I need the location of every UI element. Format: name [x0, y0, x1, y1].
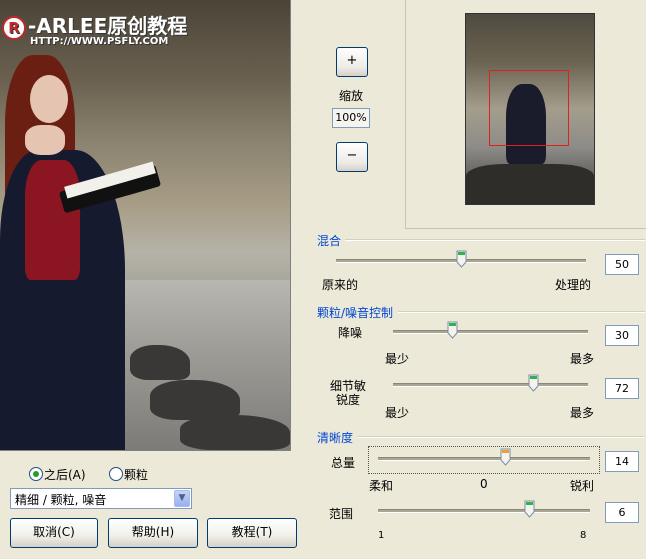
- help-button[interactable]: 帮助(H): [108, 518, 198, 548]
- navigator-view-rect[interactable]: [489, 70, 569, 146]
- blend-group-line: [345, 239, 645, 241]
- noise-reduce-min-label: 最少: [385, 352, 410, 366]
- cancel-button[interactable]: 取消(C): [10, 518, 98, 548]
- noise-reduce-slider-thumb[interactable]: [447, 321, 458, 339]
- zoom-out-button[interactable]: −: [336, 142, 368, 172]
- sharpness-group-line: [358, 436, 645, 438]
- grain-group-line: [398, 311, 645, 313]
- noise-reduce-label: 降噪: [338, 326, 363, 340]
- after-radio-label[interactable]: 之后(A): [44, 466, 86, 483]
- figure-neck: [25, 125, 65, 155]
- zoom-label: 缩放: [338, 89, 363, 103]
- grain-group-title: 颗粒/噪音控制: [317, 306, 394, 320]
- sharpness-group-title: 清晰度: [317, 431, 354, 445]
- detail-label-line2: 锐度: [336, 393, 361, 407]
- amount-left-label: 柔和: [369, 479, 394, 493]
- range-track[interactable]: [378, 509, 590, 513]
- preview-image[interactable]: R -ARLEE原创教程 HTTP://WWW.PSFLY.COM: [0, 0, 291, 451]
- blend-slider-thumb[interactable]: [456, 250, 467, 268]
- amount-right-label: 锐利: [570, 479, 595, 493]
- detail-value-field[interactable]: 72: [605, 378, 639, 399]
- watermark-url: HTTP://WWW.PSFLY.COM: [30, 36, 169, 47]
- amount-mid-label: 0: [480, 477, 488, 491]
- figure-corset: [25, 160, 80, 280]
- zoom-value: 100%: [332, 108, 370, 128]
- amount-slider-thumb[interactable]: [500, 448, 511, 466]
- rock: [150, 380, 240, 420]
- amount-value-field[interactable]: 14: [605, 451, 639, 472]
- amount-track[interactable]: [378, 457, 590, 461]
- noise-reduce-max-label: 最多: [570, 352, 595, 366]
- range-label: 范围: [329, 507, 354, 521]
- blend-left-label: 原来的: [322, 278, 359, 292]
- detail-slider-thumb[interactable]: [528, 374, 539, 392]
- preset-select[interactable]: 精细 / 颗粒, 噪音 ▼: [10, 488, 192, 509]
- detail-max-label: 最多: [570, 406, 595, 420]
- preset-select-value: 精细 / 颗粒, 噪音: [15, 493, 107, 507]
- grain-radio[interactable]: [109, 467, 123, 481]
- tutorial-button[interactable]: 教程(T): [207, 518, 297, 548]
- noise-reduce-track[interactable]: [393, 330, 588, 334]
- after-radio[interactable]: [29, 467, 43, 481]
- noise-reduce-value-field[interactable]: 30: [605, 325, 639, 346]
- blend-right-label: 处理的: [555, 278, 592, 292]
- rock: [130, 345, 190, 380]
- figure-face: [30, 75, 68, 123]
- detail-track[interactable]: [393, 383, 588, 387]
- range-slider-thumb[interactable]: [524, 500, 535, 518]
- blend-value-field[interactable]: 50: [605, 254, 639, 275]
- grain-radio-label[interactable]: 颗粒: [124, 466, 148, 483]
- zoom-in-button[interactable]: +: [336, 47, 368, 77]
- range-value-field[interactable]: 6: [605, 502, 639, 523]
- range-max-label: 8: [580, 530, 587, 541]
- blend-group-title: 混合: [317, 234, 342, 248]
- amount-label: 总量: [331, 456, 356, 470]
- chevron-down-icon[interactable]: ▼: [174, 490, 190, 507]
- range-min-label: 1: [378, 530, 385, 541]
- rock: [180, 415, 290, 450]
- detail-min-label: 最少: [385, 406, 410, 420]
